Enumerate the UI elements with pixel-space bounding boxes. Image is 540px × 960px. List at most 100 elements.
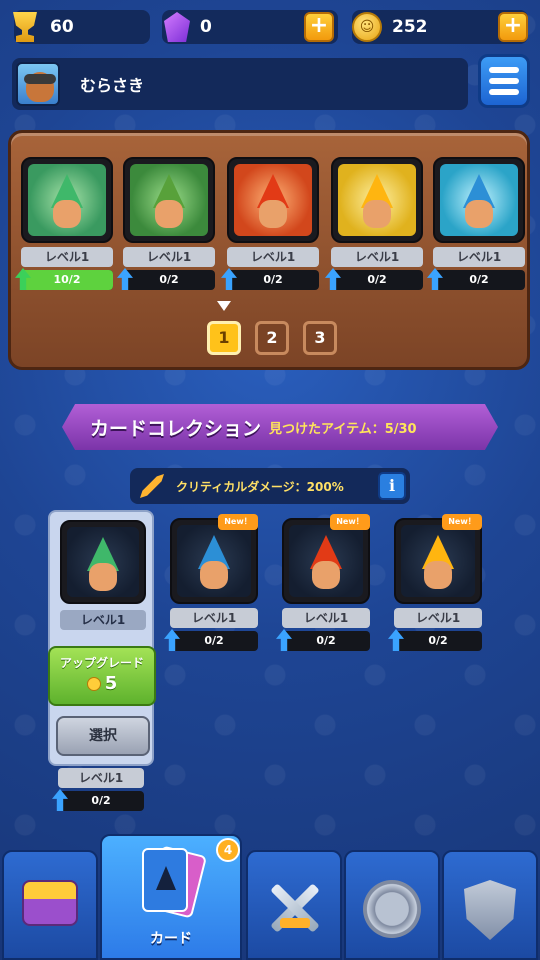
- card-level: レベル1: [433, 247, 525, 267]
- items-found: 見つけたアイテム：5/30: [269, 421, 417, 437]
- card-frame: [227, 157, 319, 243]
- select-button[interactable]: 選択: [56, 716, 150, 756]
- card-level: レベル1: [282, 608, 370, 628]
- card-progress-text: 0/2: [469, 273, 489, 286]
- page-button-1[interactable]: 1: [207, 321, 241, 355]
- card-art: [177, 525, 251, 597]
- cards-icon: [136, 844, 208, 924]
- trophy-counter: 60: [13, 10, 150, 44]
- deck-slot[interactable]: レベル1 0/2: [325, 157, 423, 290]
- collection-banner: カードコレクション 見つけたアイテム：5/30: [62, 404, 498, 450]
- tab-cards-label: カード: [150, 931, 192, 947]
- card-progress: 0/2: [388, 629, 482, 651]
- deck-panel: レベル1 10/2 レベル1 0/2 レベル1 0/2 レベル1 0/2 レベル1 0/2 1 2…: [8, 130, 530, 370]
- player-name: むらさき: [80, 76, 145, 95]
- gem-counter: 0 +: [162, 10, 338, 44]
- hero-icon: [306, 535, 346, 591]
- rank-badge-icon: [363, 880, 421, 938]
- tab-battle[interactable]: [246, 850, 342, 960]
- card-level: レベル1: [331, 247, 423, 267]
- page-button-2[interactable]: 2: [255, 321, 289, 355]
- hero-icon: [149, 174, 189, 230]
- hero-icon: [418, 535, 458, 591]
- card-level: レベル1: [21, 247, 113, 267]
- sword-icon: [140, 474, 164, 498]
- card-frame: New！: [170, 514, 258, 604]
- card-progress: 0/2: [117, 268, 215, 290]
- critical-damage-text: クリティカルダメージ：200%: [176, 479, 344, 494]
- chest-icon: [22, 880, 78, 926]
- selected-card-level: レベル1: [60, 610, 146, 630]
- card-art: [338, 164, 416, 236]
- new-badge: New！: [442, 514, 482, 530]
- card-progress: 0/2: [325, 268, 423, 290]
- buy-gold-button[interactable]: +: [498, 12, 528, 42]
- card-art: [440, 164, 518, 236]
- arrow-up-icon: [427, 268, 443, 290]
- upgrade-cost-value: 5: [104, 673, 118, 694]
- card-level: レベル1: [394, 608, 482, 628]
- collection-card[interactable]: New！ レベル1 0/2: [388, 514, 482, 651]
- upgrade-cost: 5: [50, 673, 154, 694]
- crossed-swords-icon: [266, 880, 322, 936]
- buy-gems-button[interactable]: +: [304, 12, 334, 42]
- deck-pager: 1 2 3: [207, 321, 337, 355]
- menu-button[interactable]: [478, 54, 530, 108]
- hero-icon: [194, 535, 234, 591]
- card-progress-text: 0/2: [428, 634, 448, 647]
- selected-card-footer: レベル1 0/2: [52, 768, 144, 811]
- gold-count: 252: [392, 17, 428, 37]
- hero-icon: [459, 174, 499, 230]
- hero-icon: [47, 174, 87, 230]
- deck-slot[interactable]: レベル1 10/2: [15, 157, 113, 290]
- card-progress: 0/2: [276, 629, 370, 651]
- deck-slot[interactable]: レベル1 0/2: [117, 157, 215, 290]
- upgrade-button[interactable]: アップグレード 5: [48, 646, 156, 706]
- card-frame: [331, 157, 423, 243]
- card-progress: 0/2: [427, 268, 525, 290]
- clan-shield-icon: [464, 880, 516, 940]
- info-button[interactable]: i: [378, 472, 406, 500]
- gem-count: 0: [200, 17, 212, 37]
- trophy-icon: [13, 12, 37, 42]
- deck-slot[interactable]: レベル1 0/2: [427, 157, 525, 290]
- tab-clan[interactable]: [442, 850, 538, 960]
- collection-card[interactable]: New！ レベル1 0/2: [164, 514, 258, 651]
- card-art: [289, 525, 363, 597]
- gold-counter: ☺ 252 +: [352, 10, 528, 44]
- card-frame: New！: [282, 514, 370, 604]
- card-progress: 0/2: [52, 789, 144, 811]
- arrow-up-icon: [221, 268, 237, 290]
- card-level: レベル1: [170, 608, 258, 628]
- hero-icon: [83, 537, 123, 593]
- hero-icon: [357, 174, 397, 230]
- avatar[interactable]: [16, 62, 60, 106]
- card-progress: 0/2: [164, 629, 258, 651]
- card-progress-text: 10/2: [53, 273, 81, 286]
- coin-icon: [86, 676, 101, 691]
- deck-slot[interactable]: レベル1 0/2: [221, 157, 319, 290]
- card-frame: [60, 520, 146, 604]
- upgrade-label: アップグレード: [59, 656, 144, 670]
- page-button-3[interactable]: 3: [303, 321, 337, 355]
- critical-damage-bar: クリティカルダメージ：200% i: [130, 468, 410, 504]
- selected-card[interactable]: [60, 520, 146, 604]
- card-level: レベル1: [123, 247, 215, 267]
- tab-chest[interactable]: [2, 850, 98, 960]
- card-frame: [433, 157, 525, 243]
- card-art: [67, 527, 139, 597]
- card-level: レベル1: [58, 768, 144, 788]
- menu-bar-icon: [489, 89, 519, 95]
- tab-rank[interactable]: [344, 850, 440, 960]
- card-art: [130, 164, 208, 236]
- profile-bar[interactable]: むらさき: [12, 58, 468, 110]
- card-progress-text: 0/2: [204, 634, 224, 647]
- menu-bar-icon: [489, 67, 519, 73]
- card-progress-text: 0/2: [159, 273, 179, 286]
- card-frame: [123, 157, 215, 243]
- card-progress: 10/2: [15, 268, 113, 290]
- card-frame: [21, 157, 113, 243]
- collection-card[interactable]: New！ レベル1 0/2: [276, 514, 370, 651]
- card-progress-text: 0/2: [367, 273, 387, 286]
- card-level: レベル1: [227, 247, 319, 267]
